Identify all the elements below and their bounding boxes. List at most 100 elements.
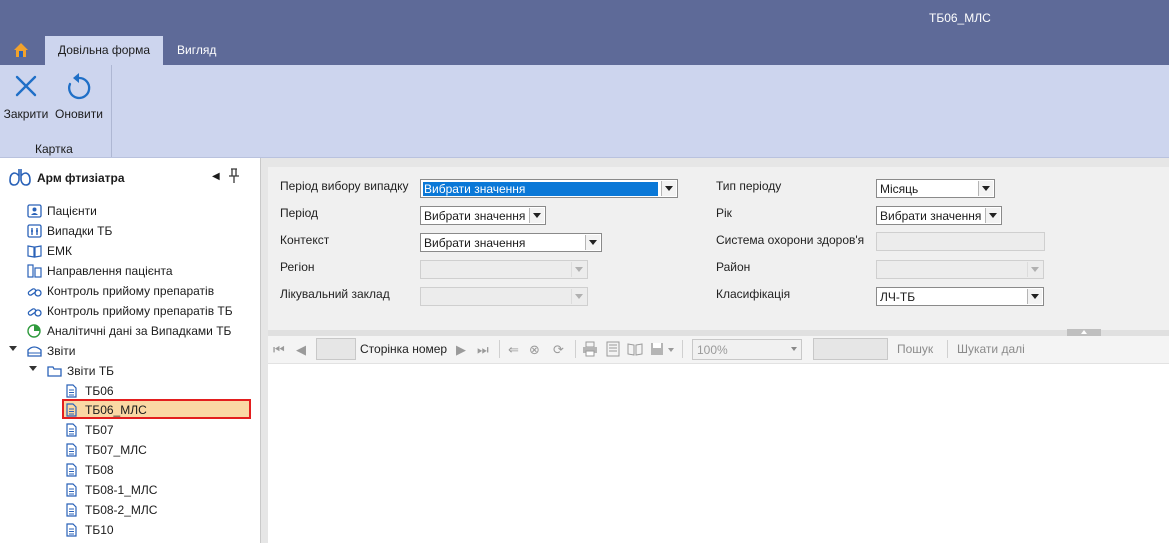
tree-item-label: ТБ07_МЛС (85, 443, 147, 457)
previous-page-icon[interactable]: ◀ (296, 343, 306, 356)
last-page-icon[interactable]: ⏭ (477, 343, 489, 356)
toolbar-separator (575, 340, 576, 358)
refresh-report-icon[interactable]: ⟳ (553, 343, 564, 356)
chevron-down-icon (1027, 289, 1042, 304)
tree-item-label: ТБ10 (85, 523, 114, 537)
collapse-parameters-grip[interactable] (1067, 329, 1101, 336)
year-value: Вибрати значення (880, 209, 982, 223)
facility-select[interactable] (420, 287, 588, 306)
classification-value: ЛЧ-ТБ (880, 290, 916, 304)
tab-view[interactable]: Вигляд (177, 36, 216, 65)
pin-icon[interactable] (228, 168, 240, 184)
tree-item-label: ТБ06_МЛС (85, 403, 147, 417)
chevron-down-icon (571, 289, 586, 304)
label-facility: Лікувальний заклад (280, 287, 390, 301)
tree-item-label: Контроль прийому препаратів (47, 284, 215, 298)
expand-arrow-icon[interactable] (9, 346, 17, 351)
tree-item-label: ТБ07 (85, 423, 114, 437)
find-next-link[interactable]: Шукати далі (957, 342, 1025, 356)
expand-arrow-icon[interactable] (29, 366, 37, 371)
next-page-icon[interactable]: ▶ (456, 343, 466, 356)
tree-item-label: Направлення пацієнта (47, 264, 173, 278)
period-value: Вибрати значення (424, 209, 526, 223)
chevron-down-icon (791, 347, 797, 351)
page-number-input[interactable] (316, 338, 356, 360)
chevron-down-icon (585, 235, 600, 250)
case-period-value: Вибрати значення (423, 182, 658, 196)
label-period: Період (280, 206, 319, 220)
tab-home[interactable] (3, 36, 39, 65)
close-button-label: Закрити (3, 107, 49, 121)
document-icon (66, 423, 77, 437)
book-icon (27, 245, 42, 258)
period-type-value: Місяць (880, 182, 919, 196)
chevron-down-icon (1027, 262, 1042, 277)
label-context: Контекст (280, 233, 330, 247)
year-select[interactable]: Вибрати значення (876, 206, 1002, 225)
document-icon (66, 523, 77, 537)
collapse-panel-icon[interactable]: ◀ (212, 171, 220, 182)
toolbar-separator (682, 340, 683, 358)
print-icon[interactable] (582, 341, 598, 357)
lungs-icon (9, 169, 31, 186)
chevron-up-icon (1081, 330, 1087, 334)
export-icon[interactable] (650, 341, 666, 357)
window-title: ТБ06_МЛС (929, 11, 991, 25)
classification-select[interactable]: ЛЧ-ТБ (876, 287, 1044, 306)
tab-freeform[interactable]: Довільна форма (45, 36, 163, 65)
tree-item-label: ТБ08-2_МЛС (85, 503, 158, 517)
ribbon-group-label: Картка (35, 142, 73, 156)
analytics-icon (27, 324, 41, 338)
pills-icon (27, 308, 42, 317)
document-icon (66, 384, 77, 398)
document-icon (66, 443, 77, 457)
period-type-select[interactable]: Місяць (876, 179, 995, 198)
document-icon (66, 503, 77, 517)
district-select[interactable] (876, 260, 1044, 279)
chevron-down-icon (529, 208, 544, 223)
tree-item-label: Аналітичні дані за Випадками ТБ (47, 324, 232, 338)
health-system-field[interactable] (876, 232, 1045, 251)
page-setup-icon[interactable] (627, 341, 643, 357)
tree-item-label: Контроль прийому препаратів ТБ (47, 304, 233, 318)
ribbon-group-divider (111, 65, 112, 157)
tree-item-label: Звіти (47, 344, 76, 358)
panel-title: Арм фтизіатра (37, 171, 125, 185)
close-button[interactable]: Закрити (0, 70, 52, 126)
chevron-down-icon (661, 181, 676, 196)
search-input[interactable] (813, 338, 888, 360)
label-year: Рік (716, 206, 732, 220)
period-select[interactable]: Вибрати значення (420, 206, 546, 225)
first-page-icon[interactable]: ⏮ (273, 343, 285, 356)
context-select[interactable]: Вибрати значення (420, 233, 602, 252)
tree-item-label: Звіти ТБ (67, 364, 115, 378)
label-region: Регіон (280, 260, 315, 274)
referral-icon (27, 264, 42, 278)
page-number-label: Сторінка номер (360, 342, 448, 356)
print-layout-icon[interactable] (605, 341, 621, 357)
reports-icon (27, 346, 42, 357)
context-value: Вибрати значення (424, 236, 526, 250)
tree-item-label: ТБ06 (85, 384, 114, 398)
tree-item-label: Пацієнти (47, 204, 97, 218)
ribbon (0, 65, 1169, 158)
case-period-select[interactable]: Вибрати значення (420, 179, 678, 198)
patient-card-icon (27, 204, 42, 218)
tree-item-label: ТБ08-1_МЛС (85, 483, 158, 497)
lungs-icon (27, 224, 42, 238)
tree-item-label: ЕМК (47, 244, 72, 258)
search-link[interactable]: Пошук (897, 342, 933, 356)
refresh-button-label: Оновити (55, 107, 103, 121)
home-icon (14, 43, 28, 57)
region-select[interactable] (420, 260, 588, 279)
export-dropdown-icon[interactable] (668, 348, 674, 352)
stop-icon[interactable]: ⊗ (529, 343, 540, 356)
refresh-button[interactable]: Оновити (53, 70, 105, 126)
back-icon[interactable]: ⇐ (508, 343, 519, 356)
toolbar-separator (947, 340, 948, 358)
document-icon (66, 483, 77, 497)
close-x-icon (15, 75, 37, 97)
label-classification: Класифікація (716, 287, 791, 301)
pills-icon (27, 288, 42, 297)
refresh-icon (68, 73, 91, 100)
